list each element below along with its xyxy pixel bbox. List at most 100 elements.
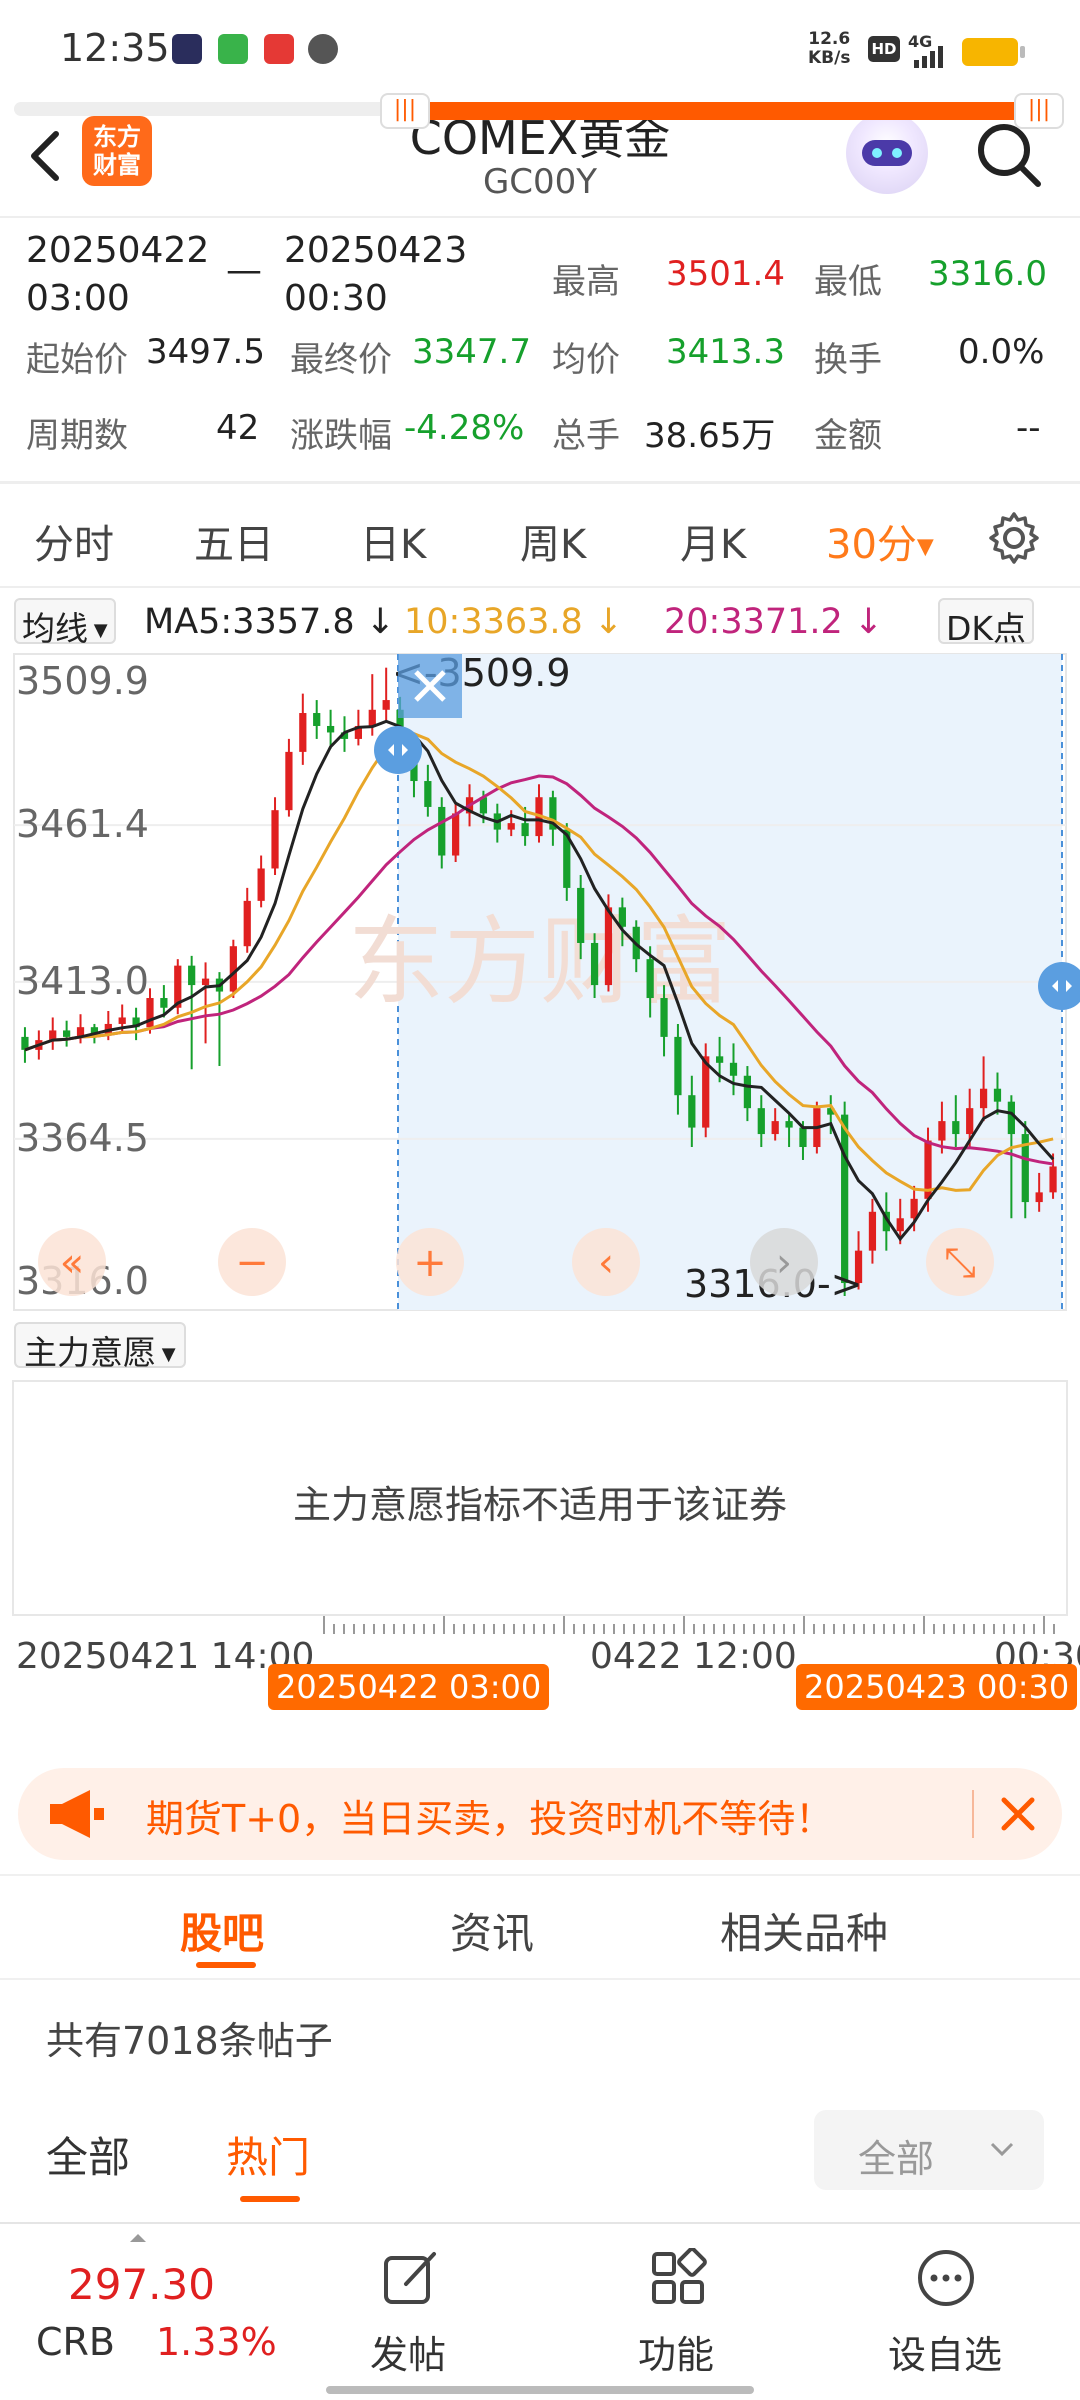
- chevron-right-icon[interactable]: ›: [750, 1228, 818, 1296]
- robot-avatar-icon[interactable]: [846, 112, 928, 194]
- dk-point-button[interactable]: DK点: [938, 598, 1035, 648]
- tab-daily-k[interactable]: 日K: [360, 512, 426, 570]
- hd-icon: HD: [868, 36, 900, 62]
- candle-body: [438, 806, 446, 856]
- range-stats-panel: 20250422 03:00 — 20250423 00:30 最高 3501.…: [0, 220, 1080, 484]
- candle-body: [1035, 1192, 1043, 1203]
- change-value: -4.28%: [404, 408, 525, 448]
- candle-body: [146, 998, 154, 1028]
- candle-body: [63, 1030, 71, 1037]
- post-button[interactable]: 发帖: [370, 2324, 446, 2379]
- candle-body: [271, 810, 279, 869]
- candlestick-chart[interactable]: 东方财富 3509.93461.43413.03364.53316.0 <-35…: [0, 650, 1080, 1316]
- tab-30min[interactable]: 30分▼: [826, 512, 934, 570]
- selection-left-handle-icon[interactable]: [374, 726, 422, 774]
- filter-all[interactable]: 全部: [46, 2124, 130, 2185]
- filter-dropdown[interactable]: 全部: [814, 2110, 1044, 2190]
- svg-text:«: «: [60, 1240, 84, 1286]
- gear-icon[interactable]: [986, 510, 1042, 566]
- edit-post-icon[interactable]: [380, 2248, 440, 2308]
- tab-monthly-k[interactable]: 月K: [680, 512, 746, 570]
- period-tabs: 分时 五日 日K 周K 月K 30分▼: [0, 488, 1080, 588]
- candle-body: [896, 1218, 904, 1232]
- candle-body: [966, 1108, 974, 1135]
- tab-related[interactable]: 相关品种: [720, 1900, 888, 1961]
- chevron-left-icon[interactable]: ‹: [572, 1228, 640, 1296]
- candle-body: [660, 998, 668, 1037]
- posts-count: 共有7018条帖子: [46, 2019, 333, 2063]
- y-tick-label: 3509.9: [16, 659, 149, 703]
- tab-30min-label: 30分: [826, 522, 917, 568]
- candle-body: [938, 1121, 946, 1141]
- crb-change[interactable]: 1.33%: [156, 2320, 277, 2364]
- amount-value: --: [1016, 408, 1041, 448]
- range-end-date: 20250423: [284, 230, 468, 271]
- candle-body: [979, 1088, 988, 1109]
- selection-close-icon[interactable]: [398, 654, 462, 718]
- tab-news[interactable]: 资讯: [450, 1900, 534, 1961]
- chevron-down-icon: [990, 2142, 1014, 2157]
- grid-icon[interactable]: [648, 2248, 708, 2308]
- candle-body: [257, 868, 265, 901]
- candle-body: [688, 1095, 696, 1128]
- candle-body: [452, 813, 460, 856]
- timeline-end-handle[interactable]: |||: [1014, 93, 1064, 129]
- candle-body: [243, 900, 251, 947]
- timeline-scroller[interactable]: 20250421 14:00 0422 12:00 00:30 20250422…: [0, 1616, 1080, 1736]
- indicator-message: 主力意愿指标不适用于该证券: [292, 1483, 787, 1527]
- range-start-date: 20250422: [26, 230, 210, 271]
- candle-body: [799, 1127, 807, 1148]
- timeline-start-handle[interactable]: |||: [380, 93, 430, 129]
- change-label: 涨跌幅: [290, 416, 392, 456]
- fast-rewind-icon[interactable]: «: [38, 1228, 106, 1296]
- tab-five-day[interactable]: 五日: [194, 512, 274, 570]
- close-icon[interactable]: [988, 1784, 1048, 1844]
- fullscreen-icon[interactable]: ⤡: [926, 1228, 994, 1296]
- watermark: 东方财富: [348, 906, 732, 1018]
- crb-price[interactable]: 297.30: [68, 2260, 215, 2309]
- promo-banner[interactable]: 期货T+0，当日买卖，投资时机不等待！: [18, 1768, 1062, 1860]
- ma-selector[interactable]: 均线 ▼: [14, 598, 116, 648]
- candle-body: [604, 907, 613, 986]
- crb-name[interactable]: CRB: [36, 2320, 115, 2364]
- zoom-out-icon[interactable]: −: [218, 1228, 286, 1296]
- candle-body: [201, 978, 210, 986]
- function-button[interactable]: 功能: [638, 2324, 714, 2379]
- app-notification-icon: [218, 34, 248, 64]
- periods-label: 周期数: [26, 416, 128, 456]
- candle-body: [743, 1075, 752, 1109]
- net-speed: 12.6 KB/s: [808, 29, 851, 68]
- range-separator: —: [226, 250, 262, 291]
- low-value: 3316.0: [928, 254, 1047, 294]
- candle-body: [326, 725, 335, 733]
- more-icon[interactable]: [916, 2248, 976, 2308]
- candle-body: [1049, 1166, 1057, 1193]
- avg-label: 均价: [552, 340, 620, 380]
- volume-value: 38.65万: [644, 416, 776, 456]
- candle-body: [188, 965, 196, 986]
- tab-intraday[interactable]: 分时: [34, 512, 114, 570]
- svg-text:‹: ‹: [598, 1240, 614, 1286]
- high-label: 最高: [552, 262, 620, 302]
- filter-hot[interactable]: 热门: [226, 2124, 310, 2185]
- add-watchlist-button[interactable]: 设自选: [888, 2324, 1002, 2379]
- range-start-time: 03:00: [26, 278, 130, 319]
- candle-body: [841, 1114, 849, 1284]
- search-icon[interactable]: [974, 120, 1044, 190]
- high-value: 3501.4: [666, 254, 785, 294]
- candle-body: [229, 946, 237, 992]
- signal-icon: [914, 46, 943, 68]
- candle-body: [674, 1036, 682, 1096]
- filter-dropdown-label: 全部: [858, 2137, 935, 2181]
- tab-weekly-k[interactable]: 周K: [520, 512, 586, 570]
- divider: [0, 1978, 1080, 1980]
- tab-guba[interactable]: 股吧: [180, 1900, 264, 1961]
- turnover-label: 换手: [814, 340, 882, 380]
- app-notification-icon: [172, 34, 202, 64]
- bottom-bar: 297.30 CRB 1.33% 发帖 功能 设自选: [0, 2222, 1080, 2400]
- candle-body: [868, 1211, 877, 1251]
- zoom-in-icon[interactable]: +: [396, 1228, 464, 1296]
- indicator-selector[interactable]: 主力意愿 ▼: [14, 1322, 186, 1372]
- candle-body: [1007, 1101, 1015, 1135]
- timeline-ticks: [323, 1616, 1055, 1634]
